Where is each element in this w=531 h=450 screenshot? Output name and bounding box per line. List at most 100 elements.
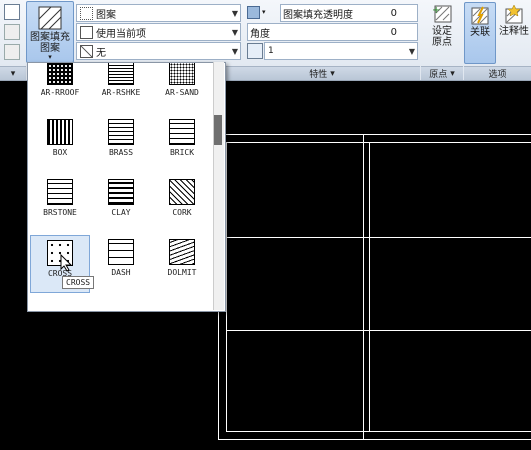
associative-button[interactable]: 关联 [464,2,496,64]
gallery-scroll-thumb[interactable] [214,115,222,145]
pattern-type-value: 图案 [96,9,116,21]
frame-line [226,142,227,432]
associative-label: 关联 [470,27,490,38]
hatch-color-select[interactable]: 使用当前项 ▼ [76,23,241,41]
pattern-name: CORK [172,208,192,217]
hatch-pattern-button[interactable]: 图案填充 图案 ▾ [26,1,74,63]
pattern-ar-sand[interactable]: AR-SAND [152,63,212,113]
pattern-cork[interactable]: CORK [152,175,212,233]
annotative-label: 注释性 [499,26,529,37]
boundary-tools [4,4,22,60]
scale-value: 1 [268,46,274,56]
panel-bar-properties[interactable]: 特性 ▾ [224,66,420,80]
frame-line [226,431,531,432]
pattern-swatch [108,63,134,85]
angle-label: 角度 [250,28,270,40]
pattern-icon [80,6,93,20]
transparency-value: 0 [390,7,397,19]
chevron-down-icon: ▾ [48,53,52,61]
pattern-name: AR-RROOF [40,88,80,97]
gallery-scrollbar[interactable] [213,62,224,310]
hatch-color-value: 使用当前项 [96,28,146,40]
pattern-name: BRSTONE [43,208,77,217]
pattern-swatch [47,119,73,145]
pattern-brick[interactable]: BRICK [152,115,212,173]
transparency-label: 图案填充透明度 [283,9,353,21]
pattern-name: DASH [111,268,131,277]
background-color-value: 无 [96,47,106,59]
pattern-swatch [169,63,195,85]
transparency-icon [247,5,260,19]
pattern-name: BRICK [169,148,195,157]
remove-boundary-icon[interactable] [4,24,20,40]
annotative-icon [505,4,523,24]
pattern-name: AR-SAND [165,88,199,97]
chevron-down-icon: ▾ [450,68,455,79]
associative-icon [471,6,489,25]
frame-line [369,142,370,432]
properties-panel-label: 特性 [309,70,328,80]
angle-field[interactable]: 角度 0 [247,23,418,41]
set-origin-label: 设定 原点 [432,26,452,48]
frame-line [218,439,531,440]
annotative-button[interactable]: 注释性 [497,2,531,62]
frame-line [218,134,531,135]
background-color-select[interactable]: 无 ▼ [76,42,241,60]
pick-points-icon[interactable] [4,4,20,20]
pattern-swatch [108,119,134,145]
pattern-swatch [47,63,73,85]
transparency-field[interactable]: 图案填充透明度 0 [280,4,418,22]
chevron-down-icon: ▾ [330,68,335,79]
pattern-name: CLAY [111,208,131,217]
pattern-type-select[interactable]: 图案 ▼ [76,4,241,22]
pattern-brstone[interactable]: BRSTONE [30,175,90,233]
scale-field[interactable]: 1 ▼ [264,42,418,60]
frame-line [226,142,531,143]
pattern-name: BRASS [108,148,134,157]
svg-text:+: + [432,5,440,16]
options-panel-label: 选项 [488,70,507,80]
scale-icon [247,43,263,59]
transparency-dropdown[interactable]: ▾ [247,4,267,20]
pattern-swatch [169,119,195,145]
frame-line [226,237,531,238]
pattern-box[interactable]: BOX [30,115,90,173]
hatch-pattern-label: 图案填充 图案 [30,32,70,54]
set-origin-button[interactable]: + 设定 原点 [424,2,460,62]
pattern-name: BOX [52,148,68,157]
recreate-boundary-icon[interactable] [4,44,20,60]
color-swatch-icon [80,25,93,39]
pattern-name: DOLMIT [167,268,197,277]
pattern-dolmit[interactable]: DOLMIT [152,235,212,293]
pattern-clay[interactable]: CLAY [91,175,151,233]
frame-line [226,330,531,331]
chevron-down-icon: ▾ [262,8,266,16]
chevron-down-icon: ▼ [231,46,238,56]
mouse-cursor-icon [60,254,73,272]
no-color-icon [80,44,93,58]
pattern-swatch [108,239,134,265]
pattern-ar-rshke[interactable]: AR-RSHKE [91,63,151,113]
pattern-dash[interactable]: DASH [91,235,151,293]
panel-bar-origin[interactable]: 原点 ▾ [421,66,463,80]
hatch-pattern-gallery[interactable]: AR-RROOF AR-RSHKE AR-SAND BOX BRASS BRICK BRST… [27,62,226,312]
pattern-swatch [169,179,195,205]
frame-line [363,134,364,440]
panel-bar-options[interactable]: 选项 [464,66,531,80]
angle-value: 0 [390,26,397,38]
pattern-ar-rroof[interactable]: AR-RROOF [30,63,90,113]
pattern-swatch [169,239,195,265]
pattern-swatch [47,179,73,205]
origin-icon: + [432,5,452,23]
pattern-name: AR-RSHKE [101,88,141,97]
drawing-window-frame[interactable] [218,134,531,440]
origin-panel-label: 原点 [429,70,448,80]
pattern-brass[interactable]: BRASS [91,115,151,173]
chevron-down-icon: ▼ [231,27,238,37]
pattern-swatch [108,179,134,205]
hatch-pattern-icon [38,6,62,30]
panel-bar-boundaries[interactable]: ▾ [0,66,26,80]
pattern-tooltip: CROSS [62,276,95,289]
chevron-down-icon: ▼ [408,46,415,56]
chevron-down-icon: ▾ [10,68,16,79]
